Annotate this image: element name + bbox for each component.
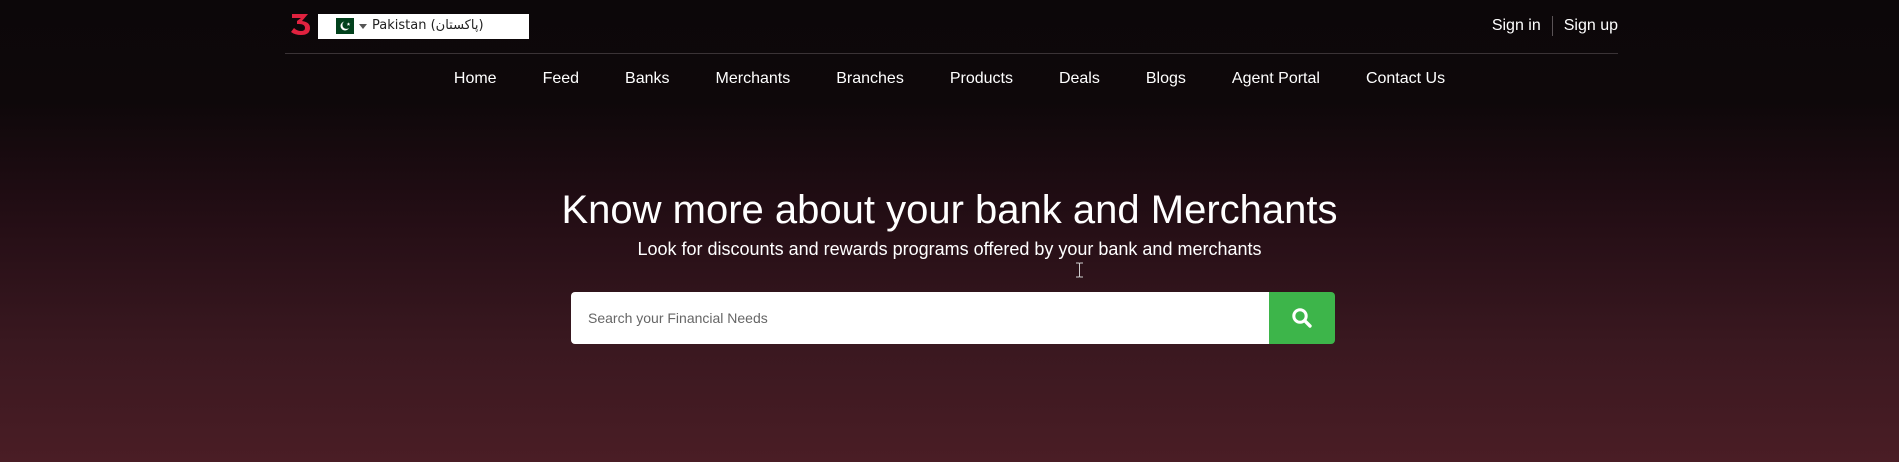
main-nav: Home Feed Banks Merchants Branches Produ… [0, 70, 1899, 88]
nav-item-feed[interactable]: Feed [520, 70, 602, 88]
nav-item-branches[interactable]: Branches [813, 70, 927, 88]
nav-item-agent-portal[interactable]: Agent Portal [1209, 70, 1343, 88]
nav-item-contact-us[interactable]: Contact Us [1343, 70, 1468, 88]
hero-subtitle: Look for discounts and rewards programs … [637, 239, 1262, 259]
search-input[interactable] [571, 292, 1269, 344]
search-button[interactable] [1269, 292, 1335, 344]
auth-links: Sign in Sign up [1492, 16, 1618, 36]
sign-up-link[interactable]: Sign up [1564, 17, 1618, 35]
hero-title: Know more about your bank and Merchants [561, 188, 1338, 232]
country-select[interactable]: Pakistan (پاکستان) [318, 14, 529, 39]
search-icon [1292, 308, 1312, 328]
top-bar: Pakistan (پاکستان) Sign in Sign up [285, 0, 1618, 54]
text-cursor-icon [1076, 262, 1083, 278]
nav-item-products[interactable]: Products [927, 70, 1036, 88]
nav-item-banks[interactable]: Banks [602, 70, 692, 88]
country-select-value: Pakistan (پاکستان) [372, 18, 484, 33]
brand-logo-icon[interactable] [289, 11, 313, 37]
nav-item-deals[interactable]: Deals [1036, 70, 1123, 88]
nav-item-merchants[interactable]: Merchants [693, 70, 814, 88]
pakistan-flag-icon [330, 18, 354, 34]
sign-in-link[interactable]: Sign in [1492, 17, 1541, 35]
nav-item-home[interactable]: Home [431, 70, 520, 88]
chevron-down-icon [359, 24, 367, 29]
search-bar [571, 292, 1335, 344]
nav-item-blogs[interactable]: Blogs [1123, 70, 1209, 88]
auth-divider [1551, 16, 1553, 36]
